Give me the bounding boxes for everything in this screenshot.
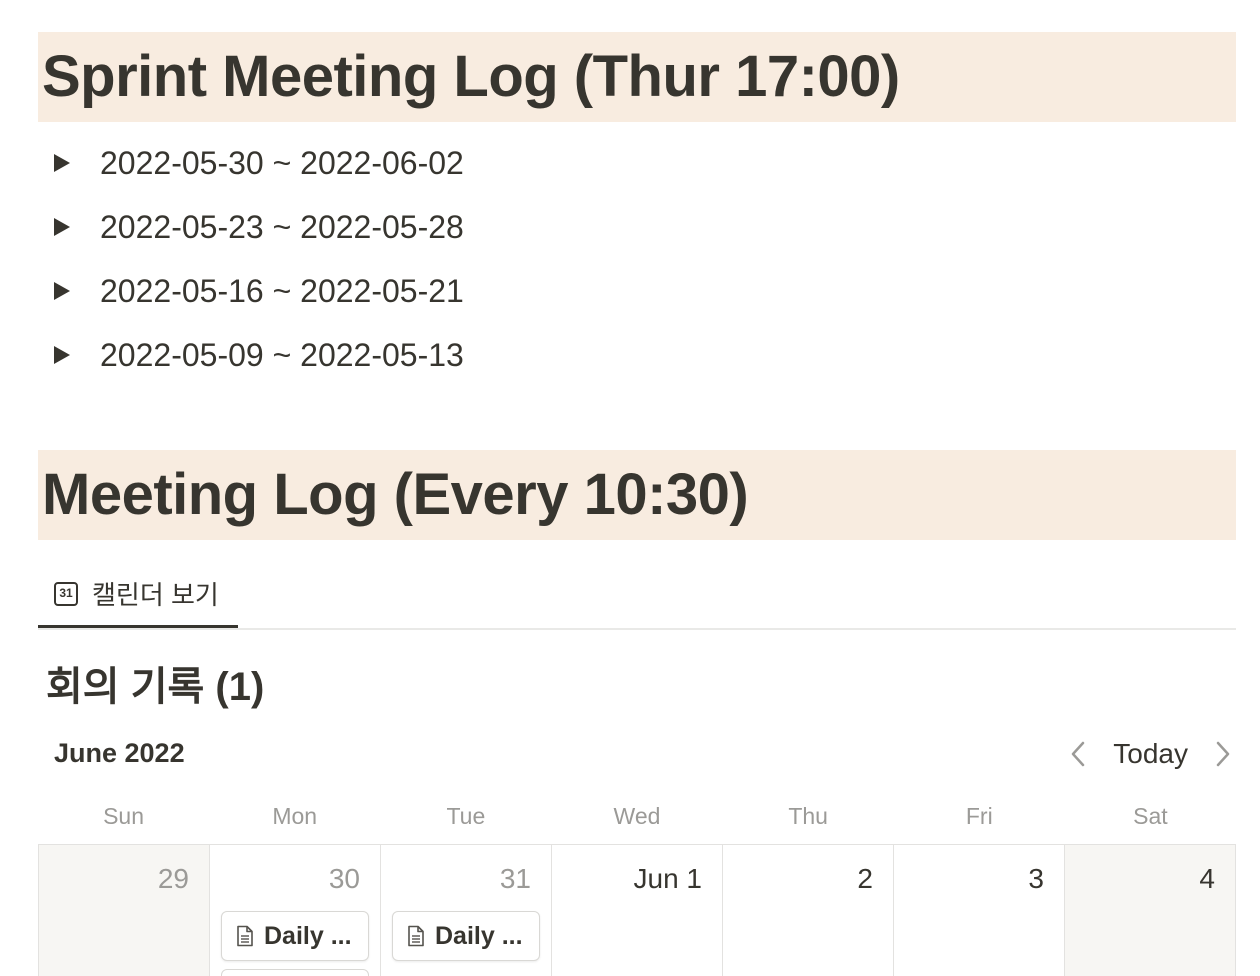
toggle-arrow-icon[interactable] <box>54 154 70 172</box>
calendar-icon: 31 <box>54 581 78 606</box>
event-card[interactable] <box>221 969 369 976</box>
calendar-day-cell[interactable]: 4 <box>1065 845 1236 976</box>
toggle-block[interactable]: 2022-05-23 ~ 2022-05-28 <box>52 207 464 247</box>
toggle-label: 2022-05-09 ~ 2022-05-13 <box>100 336 464 373</box>
toggle-block[interactable]: 2022-05-30 ~ 2022-06-02 <box>52 143 464 183</box>
toggle-label: 2022-05-30 ~ 2022-06-02 <box>100 144 464 181</box>
calendar-day-cell[interactable]: 2 <box>723 845 894 976</box>
toggle-label: 2022-05-16 ~ 2022-05-21 <box>100 272 464 309</box>
toggle-block[interactable]: 2022-05-16 ~ 2022-05-21 <box>52 271 464 311</box>
tab-label: 캘린더 보기 <box>92 580 219 610</box>
day-number: 4 <box>1199 863 1215 894</box>
weekday-label: Sat <box>1133 803 1168 829</box>
document-icon <box>408 925 424 947</box>
section-heading-sprint: Sprint Meeting Log (Thur 17:00) <box>38 32 1236 122</box>
tabs-divider <box>38 628 1236 630</box>
event-card-title: Daily ... <box>264 921 352 950</box>
page: Sprint Meeting Log (Thur 17:00) 2022-05-… <box>0 0 1260 976</box>
calendar-icon-number: 31 <box>59 585 73 600</box>
calendar-nav: Today <box>1065 732 1236 776</box>
weekday-header: Sun Mon Tue Wed Thu Fri Sat <box>38 796 1236 836</box>
database-title[interactable]: 회의 기록 (1) <box>46 654 264 712</box>
day-number: 31 <box>499 863 531 894</box>
calendar-day-cell[interactable]: Jun 1 <box>552 845 723 976</box>
calendar-grid: 29 30 Daily ... 31 Daily ... Jun 1 2 3 4 <box>38 844 1236 976</box>
calendar-day-cell[interactable]: 31 Daily ... <box>381 845 552 976</box>
toggle-label: 2022-05-23 ~ 2022-05-28 <box>100 208 464 245</box>
day-number: 3 <box>1028 863 1044 894</box>
chevron-left-icon[interactable] <box>1065 732 1091 776</box>
day-number: 29 <box>157 863 189 894</box>
weekday-label: Sun <box>103 803 145 829</box>
event-card-title: Daily ... <box>435 921 523 950</box>
today-button[interactable]: Today <box>1091 738 1210 770</box>
document-icon <box>237 925 253 947</box>
day-number: 30 <box>328 863 360 894</box>
event-card[interactable]: Daily ... <box>221 911 369 961</box>
month-label: June 2022 <box>54 738 185 768</box>
tab-calendar-view[interactable]: 31 캘린더 보기 <box>38 562 238 628</box>
weekday-label: Wed <box>613 803 661 829</box>
section-title: Sprint Meeting Log (Thur 17:00) <box>42 44 900 109</box>
weekday-label: Mon <box>272 803 318 829</box>
chevron-right-icon[interactable] <box>1210 732 1236 776</box>
toggle-block[interactable]: 2022-05-09 ~ 2022-05-13 <box>52 335 464 375</box>
section-heading-meeting: Meeting Log (Every 10:30) <box>38 450 1236 540</box>
day-number: Jun 1 <box>633 863 703 894</box>
toggle-arrow-icon[interactable] <box>54 282 70 300</box>
section-title: Meeting Log (Every 10:30) <box>42 462 749 527</box>
weekday-label: Thu <box>788 803 828 829</box>
calendar-day-cell[interactable]: 3 <box>894 845 1065 976</box>
day-number: 2 <box>857 863 873 894</box>
calendar-day-cell[interactable]: 30 Daily ... <box>210 845 381 976</box>
event-card[interactable]: Daily ... <box>392 911 540 961</box>
toggle-arrow-icon[interactable] <box>54 218 70 236</box>
weekday-label: Tue <box>446 803 486 829</box>
calendar-day-cell[interactable]: 29 <box>39 845 210 976</box>
weekday-label: Fri <box>965 803 993 829</box>
toggle-arrow-icon[interactable] <box>54 346 70 364</box>
